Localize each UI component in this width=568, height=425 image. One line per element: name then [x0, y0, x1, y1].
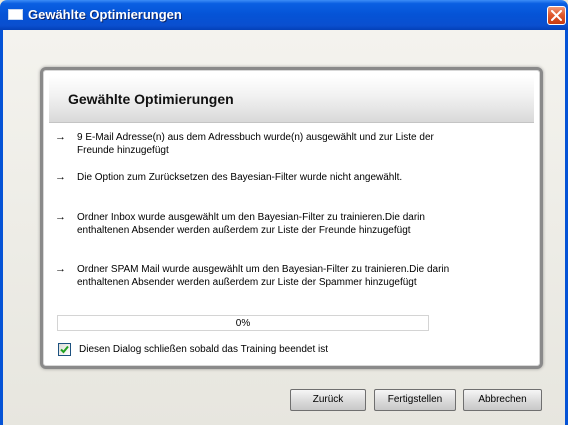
cancel-button[interactable]: Abbrechen — [463, 389, 542, 411]
close-dialog-checkbox-label: Diesen Dialog schließen sobald das Train… — [79, 344, 329, 355]
checkmark-icon — [60, 345, 69, 354]
arrow-right-icon: → — [55, 131, 66, 143]
list-item-text: 9 E-Mail Adresse(n) aus dem Adressbuch w… — [77, 132, 434, 156]
title-bar[interactable]: Gewählte Optimierungen — [0, 0, 568, 30]
arrow-right-icon: → — [55, 171, 66, 183]
panel-header: Gewählte Optimierungen — [49, 76, 534, 123]
close-icon — [551, 10, 562, 21]
list-item-text: Die Option zum Zurücksetzen des Bayesian… — [77, 172, 403, 183]
close-dialog-checkbox[interactable] — [58, 343, 71, 356]
app-window-icon — [8, 9, 23, 20]
list-item-text: Ordner SPAM Mail wurde ausgewählt um den… — [77, 264, 450, 288]
close-button[interactable] — [547, 6, 566, 25]
training-progress-bar: 0% — [57, 315, 429, 331]
progress-label: 0% — [235, 318, 251, 329]
window-title: Gewählte Optimierungen — [28, 7, 182, 22]
arrow-right-icon: → — [55, 263, 66, 275]
arrow-right-icon: → — [55, 211, 66, 223]
finish-button[interactable]: Fertigstellen — [374, 389, 456, 411]
dialog-window: Gewählte Optimierungen Gewählte Optimier… — [0, 0, 568, 425]
panel-title: Gewählte Optimierungen — [68, 91, 234, 107]
back-button[interactable]: Zurück — [290, 389, 366, 411]
optimizations-panel: Gewählte Optimierungen → 9 E-Mail Adress… — [40, 67, 543, 369]
list-item-text: Ordner Inbox wurde ausgewählt um den Bay… — [77, 212, 425, 236]
